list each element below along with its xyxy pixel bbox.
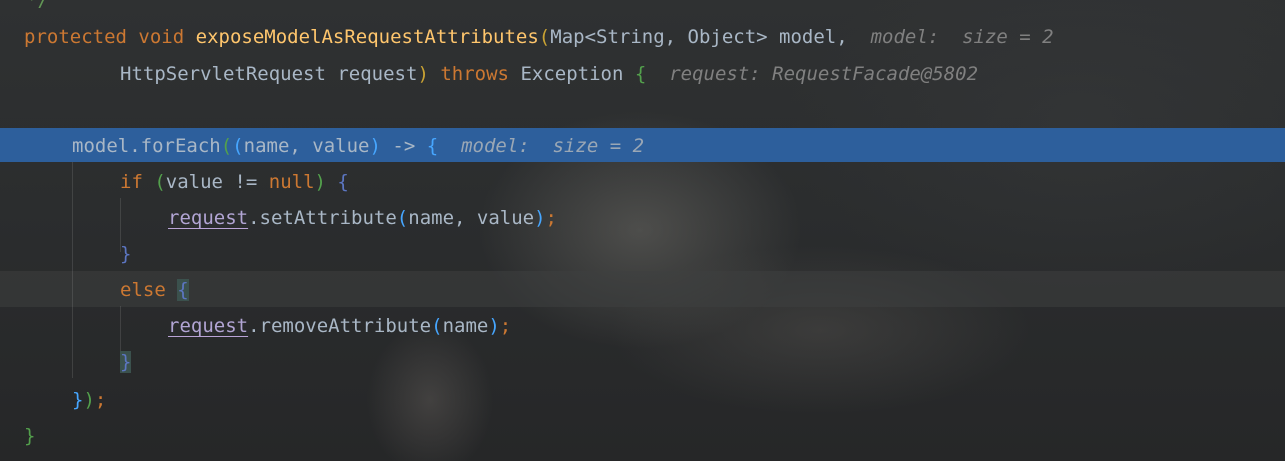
bracket: ) [488,315,500,337]
semicolon: ; [545,207,557,229]
parameter: request [337,63,418,85]
expression: value != [165,171,269,193]
code-line: else { [120,272,1285,308]
inline-debug-value: model: size = 2 [461,135,645,157]
arrow-operator: -> [392,135,416,157]
code-line: } [120,236,1285,272]
bracket: ) [369,135,381,157]
semicolon: ; [499,315,512,337]
bracket: ) [534,207,546,229]
type-name: Exception [520,63,624,85]
method-call: .setAttribute [248,207,397,229]
semicolon: ; [94,389,107,411]
bracket: ( [220,135,233,157]
keyword: void [138,26,185,48]
bracket: ( [431,315,443,337]
matched-bracket: } [120,351,132,373]
bracket: ( [154,171,166,193]
code-line: request.setAttribute(name, value); [168,200,1285,236]
arguments: name, value [408,207,535,229]
code-line: HttpServletRequest request) throws Excep… [120,56,1285,92]
bracket: } [72,389,84,411]
field-variable: request [168,315,249,337]
bracket: ) [83,389,95,411]
arguments: name [442,315,489,337]
matched-bracket: { [177,279,189,301]
keyword: throws [440,63,509,85]
bracket: } [120,243,132,265]
keyword: if [120,171,143,193]
bracket: { [634,63,647,85]
type-name: HttpServletRequest [120,63,326,85]
comment-tail: */ [26,0,49,11]
bracket: ( [538,26,551,48]
parameter: model, [779,26,848,48]
bracket: ( [396,207,409,229]
code-line: protected void exposeModelAsRequestAttri… [24,19,1285,55]
bracket: } [24,425,36,447]
code-line: request.removeAttribute(name); [168,308,1285,344]
method-call: .removeAttribute [248,315,432,337]
bracket: ) [314,171,326,193]
keyword: null [268,171,315,193]
code-line: if (value != null) { [120,164,1285,200]
method-call: model.forEach [72,135,221,157]
code-line: }); [72,382,1285,418]
code-line: */ [26,0,1285,18]
bracket: ( [232,135,244,157]
code-line-current: model.forEach((name, value) -> { model: … [72,128,1285,164]
code-editor[interactable]: */ protected void exposeModelAsRequestAt… [0,0,1285,461]
bracket: { [426,135,439,157]
code-line: } [24,418,1285,454]
keyword: else [120,279,166,301]
lambda-parameters: name, value [243,135,370,157]
field-variable: request [168,207,249,229]
code-line: } [120,344,1285,380]
bracket: ) [417,63,429,85]
type-name: Map<String, Object> [550,26,768,48]
inline-debug-value: model: size = 2 [870,26,1054,48]
inline-debug-value: request: RequestFacade@5802 [669,63,979,85]
method-name: exposeModelAsRequestAttributes [195,26,539,48]
bracket: { [337,171,349,193]
keyword: protected [24,26,127,48]
